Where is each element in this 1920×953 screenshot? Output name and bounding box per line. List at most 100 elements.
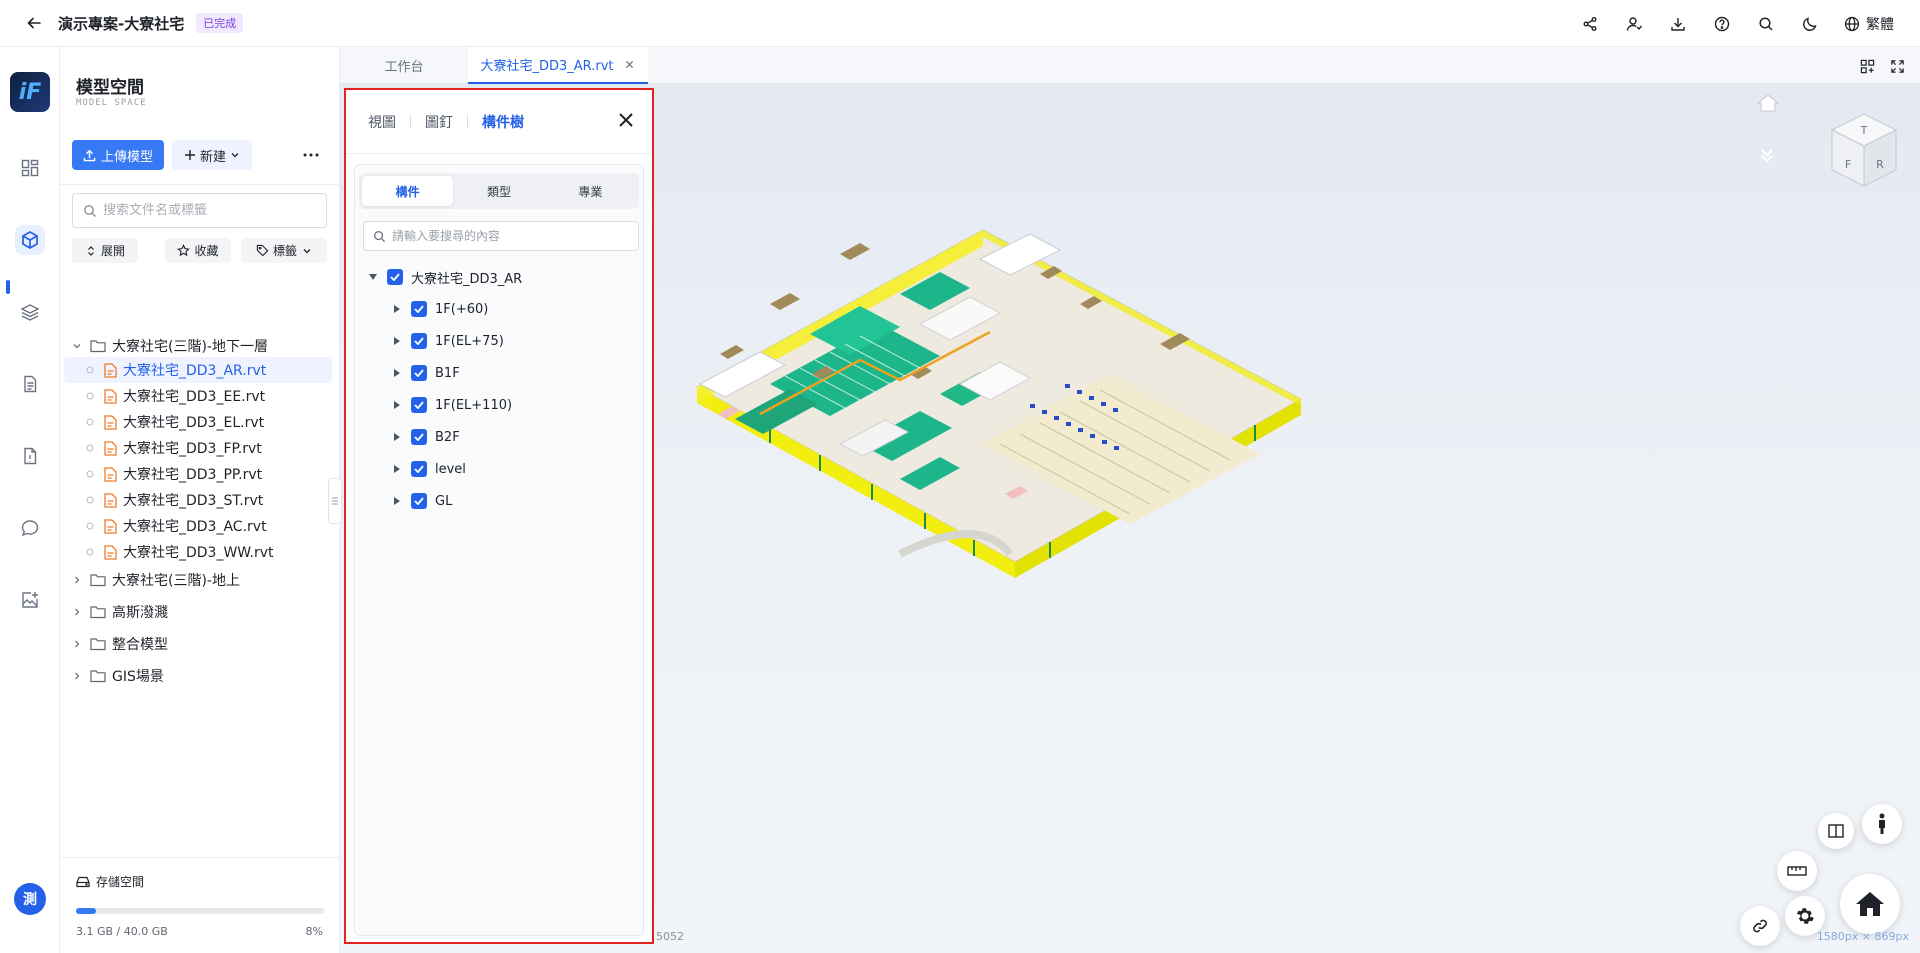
- checkbox-checked[interactable]: [411, 493, 427, 509]
- caret-right-icon[interactable]: [391, 335, 403, 347]
- checkbox-checked[interactable]: [411, 301, 427, 317]
- tree-node[interactable]: 1F(EL+110): [391, 392, 512, 418]
- home-view-icon[interactable]: [1757, 94, 1783, 116]
- checkbox-checked[interactable]: [411, 429, 427, 445]
- tags-button[interactable]: 標籤: [241, 238, 327, 263]
- file-search-box[interactable]: [72, 193, 327, 228]
- more-options-icon[interactable]: [300, 145, 322, 165]
- tree-node[interactable]: B1F: [391, 360, 460, 386]
- user-avatar[interactable]: 測: [14, 883, 46, 915]
- caret-right-icon[interactable]: [391, 463, 403, 475]
- segment-components[interactable]: 構件: [362, 176, 454, 206]
- tree-file[interactable]: 大寮社宅_DD3_PP.rvt: [64, 461, 332, 487]
- tree-file[interactable]: 大寮社宅_DD3_AR.rvt: [64, 357, 332, 383]
- checkbox-checked[interactable]: [411, 333, 427, 349]
- gear-icon: [1796, 908, 1814, 924]
- section-box-button[interactable]: [1818, 813, 1854, 849]
- upload-model-button[interactable]: 上傳模型: [72, 140, 164, 170]
- close-icon[interactable]: [624, 59, 636, 71]
- tree-root-node[interactable]: 大寮社宅_DD3_AR: [367, 264, 522, 290]
- chat-icon[interactable]: [15, 513, 45, 543]
- tree-node[interactable]: 1F(EL+75): [391, 328, 504, 354]
- tab-views[interactable]: 視圖: [368, 112, 396, 132]
- caret-right-icon[interactable]: [391, 495, 403, 507]
- caret-right-icon[interactable]: [391, 303, 403, 315]
- component-search-input[interactable]: [392, 229, 622, 243]
- tree-folder[interactable]: 高斯潑濺: [60, 597, 340, 627]
- tab-workspace[interactable]: 工作台: [340, 47, 468, 84]
- moon-icon[interactable]: [1800, 14, 1820, 34]
- search-icon[interactable]: [1756, 14, 1776, 34]
- checkbox-checked[interactable]: [411, 365, 427, 381]
- folder-icon: [90, 606, 106, 619]
- segment-types[interactable]: 類型: [453, 176, 544, 206]
- tag-icon: [256, 244, 269, 257]
- panel-collapse-handle[interactable]: [328, 478, 342, 524]
- tree-file[interactable]: 大寮社宅_DD3_ST.rvt: [64, 487, 332, 513]
- checkbox-checked[interactable]: [411, 461, 427, 477]
- share-icon[interactable]: [1580, 14, 1600, 34]
- segment-disciplines[interactable]: 專業: [545, 176, 636, 206]
- file-report-icon[interactable]: [15, 441, 45, 471]
- tree-node[interactable]: GL: [391, 488, 452, 514]
- walk-mode-button[interactable]: [1862, 804, 1902, 844]
- expand-icon: [88, 245, 94, 256]
- nav-cube-front: F: [1845, 158, 1851, 171]
- caret-right-icon[interactable]: [391, 367, 403, 379]
- expand-button[interactable]: 展開: [72, 238, 138, 263]
- tree-item-label: GIS場景: [112, 669, 164, 685]
- link-button[interactable]: [1740, 906, 1780, 946]
- caret-right-icon[interactable]: [391, 399, 403, 411]
- component-search-box[interactable]: [363, 221, 639, 251]
- tree-node[interactable]: level: [391, 456, 466, 482]
- layers-icon[interactable]: [15, 297, 45, 327]
- help-icon[interactable]: [1712, 14, 1732, 34]
- storage-percent: 8%: [305, 925, 323, 938]
- fullscreen-icon[interactable]: [1888, 57, 1906, 75]
- model-cube-icon[interactable]: [15, 225, 45, 255]
- dot-icon: [86, 392, 94, 400]
- tree-folder[interactable]: GIS場景: [60, 661, 340, 691]
- folder-icon: [90, 574, 106, 587]
- tree-file[interactable]: 大寮社宅_DD3_EL.rvt: [64, 409, 332, 435]
- caret-right-icon[interactable]: [391, 431, 403, 443]
- new-button[interactable]: 新建: [172, 140, 252, 170]
- close-icon[interactable]: [616, 110, 636, 130]
- tree-file[interactable]: 大寮社宅_DD3_FP.rvt: [64, 435, 332, 461]
- plus-icon: [184, 150, 195, 160]
- checkbox-checked[interactable]: [411, 397, 427, 413]
- measure-button[interactable]: [1777, 851, 1817, 891]
- tree-file[interactable]: 大寮社宅_DD3_EE.rvt: [64, 383, 332, 409]
- tree-item-label: 整合模型: [112, 637, 168, 653]
- storage-progress-bar: [76, 908, 324, 914]
- checkbox-checked[interactable]: [387, 269, 403, 285]
- user-switch-icon[interactable]: [1624, 14, 1644, 34]
- search-icon: [374, 230, 386, 242]
- tree-item-label: 大寮社宅_DD3_AC.rvt: [123, 519, 267, 535]
- tree-folder[interactable]: 整合模型: [60, 629, 340, 659]
- dashboard-icon[interactable]: [15, 153, 45, 183]
- tree-node-label: B2F: [435, 429, 460, 445]
- tree-folder[interactable]: 大寮社宅(三階)-地上: [60, 565, 340, 595]
- tree-file[interactable]: 大寮社宅_DD3_AC.rvt: [64, 513, 332, 539]
- download-icon[interactable]: [1668, 14, 1688, 34]
- tree-node[interactable]: B2F: [391, 424, 460, 450]
- tab-pins[interactable]: 圖釘: [425, 112, 453, 132]
- language-switch[interactable]: 繁體: [1844, 14, 1894, 34]
- dot-icon: [86, 444, 94, 452]
- tree-file[interactable]: 大寮社宅_DD3_WW.rvt: [64, 539, 332, 565]
- document-icon[interactable]: [15, 369, 45, 399]
- home-button[interactable]: [1840, 874, 1900, 934]
- file-search-input[interactable]: [103, 203, 313, 218]
- favorite-button[interactable]: 收藏: [165, 238, 231, 263]
- image-add-icon[interactable]: [15, 585, 45, 615]
- tab-component-tree[interactable]: 構件樹: [482, 112, 524, 132]
- caret-down-icon[interactable]: [367, 271, 379, 283]
- chevrons-down-icon[interactable]: [1758, 146, 1780, 168]
- back-arrow-icon[interactable]: [22, 11, 46, 35]
- split-view-icon[interactable]: [1858, 57, 1876, 75]
- tree-node[interactable]: 1F(+60): [391, 296, 488, 322]
- nav-cube[interactable]: T F R: [1826, 108, 1902, 192]
- app-logo[interactable]: iF: [10, 72, 50, 112]
- tab-model[interactable]: 大寮社宅_DD3_AR.rvt: [468, 47, 648, 84]
